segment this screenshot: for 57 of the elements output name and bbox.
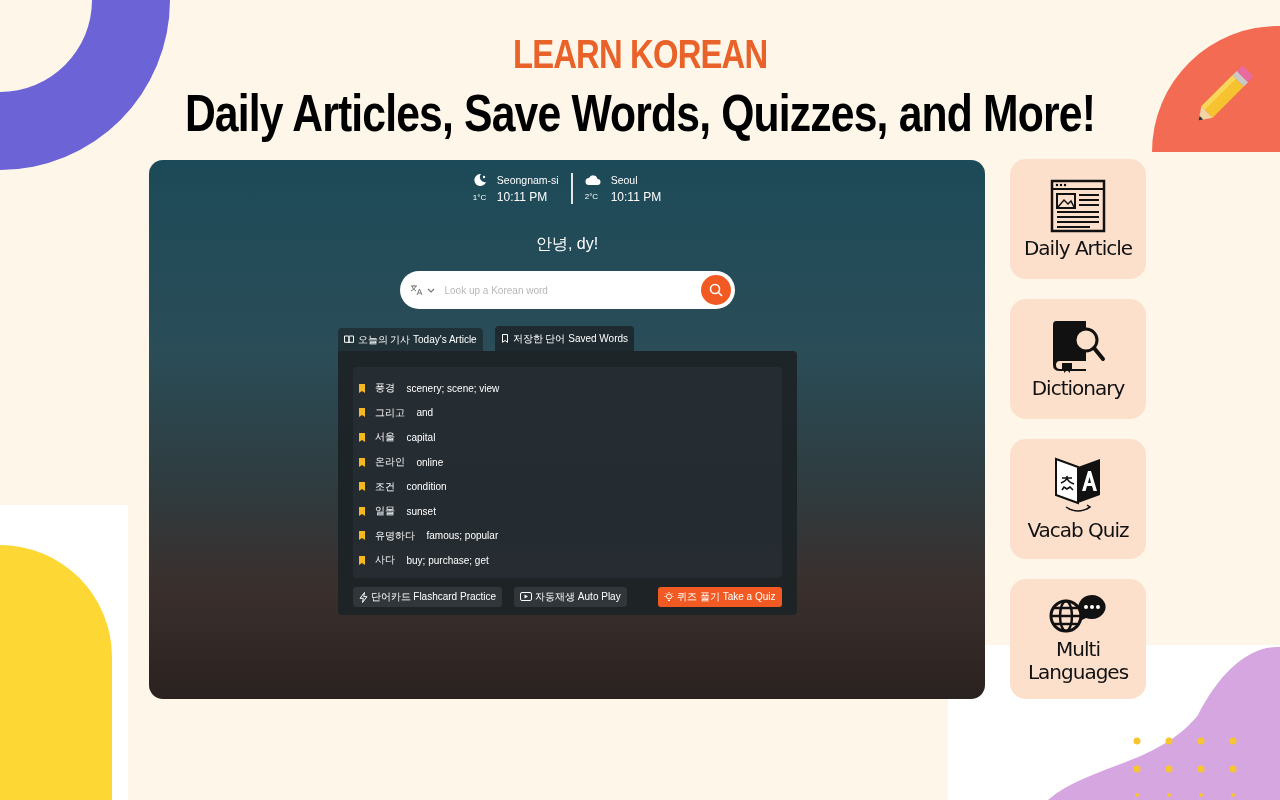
action-button[interactable]: 자동재생 Auto Play: [514, 587, 627, 607]
word-meaning: famous; popular: [426, 530, 499, 542]
feature-label: Vacab Quiz: [1027, 518, 1129, 542]
cloud-icon: [584, 173, 601, 186]
search-field[interactable]: Look up a Korean word: [399, 271, 735, 309]
search-input[interactable]: Look up a Korean word: [442, 283, 693, 297]
lightning-icon: [358, 591, 368, 603]
translate-icon: [409, 284, 423, 296]
bookmark-icon: [358, 555, 365, 565]
bookmark-icon: [500, 334, 509, 343]
word-meaning: scenery; scene; view: [406, 382, 500, 394]
bookmark-icon: [358, 531, 365, 541]
city-name: Seoul: [610, 173, 639, 186]
korean-word: 일몰: [374, 504, 395, 519]
greeting: 안녕, dy!: [535, 234, 599, 254]
feature-label: Daily Article: [1023, 236, 1133, 260]
temperature: 2°C: [584, 192, 600, 201]
tab[interactable]: 저장한 단어 Saved Words: [494, 326, 635, 351]
word-meaning: buy; purchase; get: [406, 554, 489, 566]
local-time: 10:11 PM: [610, 189, 662, 204]
bookmark-icon: [358, 408, 365, 418]
tab[interactable]: 오늘의 기사 Today's Article: [337, 328, 483, 351]
book-icon: [343, 335, 354, 344]
word-meaning: and: [416, 407, 434, 419]
word-meaning: capital: [406, 432, 436, 443]
play-screen-icon: [520, 592, 533, 602]
korean-word: 사다: [374, 553, 395, 568]
lightbulb-icon: [664, 591, 675, 603]
word-meaning: online: [416, 456, 444, 468]
word-meaning: condition: [406, 481, 447, 493]
word-meaning: sunset: [406, 505, 436, 517]
feature-label: Multi Languages: [1026, 638, 1130, 684]
korean-word: 풍경: [374, 381, 395, 396]
bookmark-icon: [358, 433, 365, 442]
bookmark-icon: [358, 506, 365, 516]
bookmark-icon: [358, 482, 365, 492]
search-icon: [708, 283, 723, 297]
city-name: Seongnam-si: [496, 174, 559, 186]
bookmark-icon: [358, 457, 365, 467]
korean-word: 유명하다: [374, 528, 415, 543]
korean-word: 조건: [374, 479, 395, 494]
korean-word: 서울: [374, 430, 395, 445]
bookmark-icon: [358, 383, 365, 393]
eyebrow-title: LEARN KOREAN: [512, 31, 768, 78]
korean-word: 그리고: [374, 405, 405, 420]
korean-word: 온라인: [374, 455, 405, 470]
feature-label: Dictionary: [1031, 376, 1125, 400]
search-button[interactable]: [700, 275, 731, 305]
headline: Daily Articles, Save Words, Quizzes, and More!: [184, 83, 1096, 144]
globe-speech-icon: [1048, 594, 1108, 634]
action-button[interactable]: 단어카드 Flashcard Practice: [352, 587, 503, 607]
book-magnifier-icon: [1050, 318, 1106, 373]
chevron-down-icon: [426, 287, 435, 293]
local-time: 10:11 PM: [496, 190, 549, 204]
moon-icon: [472, 173, 487, 187]
temperature: 1°C: [472, 192, 487, 202]
web-page-icon: [1050, 178, 1106, 233]
